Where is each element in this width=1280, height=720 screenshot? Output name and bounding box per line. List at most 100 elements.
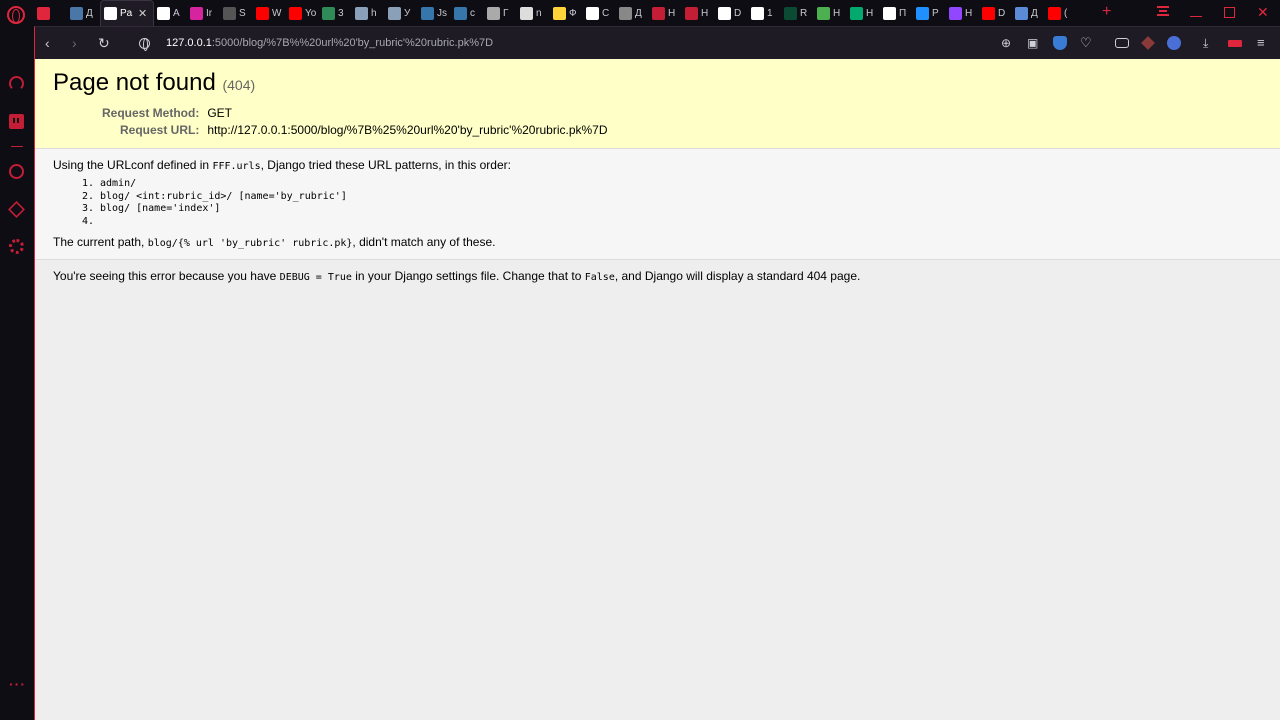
red-box-icon xyxy=(652,6,665,20)
browser-tab[interactable]: C xyxy=(583,0,616,26)
settings-icon[interactable] xyxy=(9,239,24,254)
tab-title: Н xyxy=(701,7,709,19)
browser-tab[interactable]: W xyxy=(253,0,286,26)
page-icon xyxy=(586,6,599,20)
browser-tab[interactable] xyxy=(34,0,67,26)
refresh-icon xyxy=(322,6,335,20)
status-code: (404) xyxy=(222,77,256,93)
request-method-value: GET xyxy=(207,106,233,120)
minimize-button[interactable] xyxy=(1190,16,1202,17)
browser-tab[interactable]: Г xyxy=(484,0,517,26)
address-toolbar: ‹ › ↻ 127.0.0.1:5000/blog/%7B%%20url%20'… xyxy=(34,26,1280,59)
shield-icon[interactable] xyxy=(1053,36,1067,50)
maximize-button[interactable] xyxy=(1224,7,1235,18)
twitch-icon xyxy=(949,6,962,20)
request-meta-table: Request Method: GET Request URL: http://… xyxy=(102,105,608,139)
download-icon[interactable]: ⤓ xyxy=(1203,34,1208,52)
browser-tab[interactable]: Pa ✕ xyxy=(100,0,154,26)
browser-tab[interactable]: Н xyxy=(682,0,715,26)
python-icon xyxy=(454,6,467,20)
tab-title: W xyxy=(272,7,282,19)
browser-tab[interactable]: A xyxy=(154,0,187,26)
debug-setting: DEBUG = True xyxy=(279,272,352,283)
vk-icon xyxy=(70,6,83,20)
history-icon[interactable] xyxy=(9,164,24,179)
tab-title: Г xyxy=(503,7,509,19)
tab-title: Yo xyxy=(305,7,317,19)
debug-text: You're seeing this error because you hav… xyxy=(53,269,1262,283)
w3-icon xyxy=(850,6,863,20)
close-tab-icon[interactable]: ✕ xyxy=(138,7,147,20)
tab-title: c xyxy=(470,7,475,19)
browser-tab[interactable]: Д xyxy=(616,0,649,26)
browser-tab[interactable]: Н xyxy=(946,0,979,26)
easy-setup-icon[interactable]: ≡ xyxy=(1257,34,1265,52)
browser-tab[interactable]: Ir xyxy=(187,0,220,26)
extensions-icon[interactable] xyxy=(8,201,25,218)
browser-tab[interactable]: Д xyxy=(1012,0,1045,26)
tab-title: Pa xyxy=(120,8,133,19)
browser-tab[interactable]: h xyxy=(352,0,385,26)
error-summary: Page not found (404) Request Method: GET… xyxy=(35,59,1280,149)
tab-title: Ir xyxy=(206,7,213,19)
gear-icon xyxy=(223,6,236,20)
vpn-icon[interactable] xyxy=(1167,36,1181,50)
browser-tab[interactable]: S xyxy=(220,0,253,26)
browser-tab[interactable]: У xyxy=(385,0,418,26)
opera-menu-icon[interactable] xyxy=(7,6,25,24)
browser-tab[interactable]: Н xyxy=(847,0,880,26)
browser-tab[interactable]: Yo xyxy=(286,0,319,26)
browser-tab[interactable]: P xyxy=(913,0,946,26)
browser-tab[interactable]: D xyxy=(979,0,1012,26)
snapshot-icon[interactable]: ▣ xyxy=(1027,34,1038,52)
urlconf-text: Using the URLconf defined in FFF.urls, D… xyxy=(53,158,1262,172)
url-host: 127.0.0.1 xyxy=(166,37,212,49)
tab-filter-icon[interactable] xyxy=(1157,6,1169,16)
extension-cube-icon[interactable] xyxy=(1141,36,1155,50)
bike-icon xyxy=(487,6,500,20)
wallet-icon[interactable] xyxy=(1115,38,1129,48)
wd-icon xyxy=(718,6,731,20)
battery-icon[interactable] xyxy=(1228,40,1242,47)
current-path-text: The current path, blog/{% url 'by_rubric… xyxy=(53,235,1262,249)
more-icon[interactable]: ··· xyxy=(9,676,26,692)
reload-icon[interactable]: ↻ xyxy=(98,34,110,52)
browser-tab[interactable]: R xyxy=(781,0,814,26)
tab-title: 3 xyxy=(338,7,344,19)
browser-tab[interactable]: 1 xyxy=(748,0,781,26)
browser-tab[interactable]: D xyxy=(715,0,748,26)
tab-title: R xyxy=(800,7,808,19)
url-pattern-item: admin/ xyxy=(100,178,1262,191)
browser-tab[interactable]: Н xyxy=(814,0,847,26)
sidebar: ··· xyxy=(0,26,34,720)
browser-tab[interactable]: Js xyxy=(418,0,451,26)
browser-tab[interactable]: 3 xyxy=(319,0,352,26)
page-icon xyxy=(751,6,764,20)
back-icon[interactable]: ‹ xyxy=(45,34,50,52)
forward-icon[interactable]: › xyxy=(72,34,77,52)
red-box-icon xyxy=(685,6,698,20)
current-prefix: The current path, xyxy=(53,235,148,249)
url-pattern-item xyxy=(100,216,1262,229)
tab-title: Д xyxy=(1031,7,1038,19)
tab-title: ( xyxy=(1064,7,1068,19)
browser-tab[interactable]: n xyxy=(517,0,550,26)
browser-tab[interactable]: c xyxy=(451,0,484,26)
tab-title: У xyxy=(404,7,411,19)
browser-tab[interactable]: ( xyxy=(1045,0,1078,26)
browser-tab[interactable]: Ф xyxy=(550,0,583,26)
browser-tab[interactable]: Н xyxy=(649,0,682,26)
address-field[interactable]: 127.0.0.1:5000/blog/%7B%%20url%20'by_rub… xyxy=(166,37,493,49)
browser-tab[interactable]: Д xyxy=(67,0,100,26)
close-window-button[interactable]: ✕ xyxy=(1257,4,1269,21)
camera-icon xyxy=(916,6,929,20)
heart-icon[interactable]: ♡ xyxy=(1080,34,1092,52)
tab-title: P xyxy=(932,7,939,19)
new-tab-button[interactable]: + xyxy=(1102,3,1111,21)
twitch-icon[interactable] xyxy=(9,114,24,129)
debug-false: False xyxy=(584,272,615,283)
tab-title: S xyxy=(239,7,246,19)
browser-tab[interactable]: П xyxy=(880,0,913,26)
speed-dial-icon[interactable] xyxy=(9,76,24,91)
zoom-icon[interactable]: ⊕ xyxy=(1001,34,1011,52)
